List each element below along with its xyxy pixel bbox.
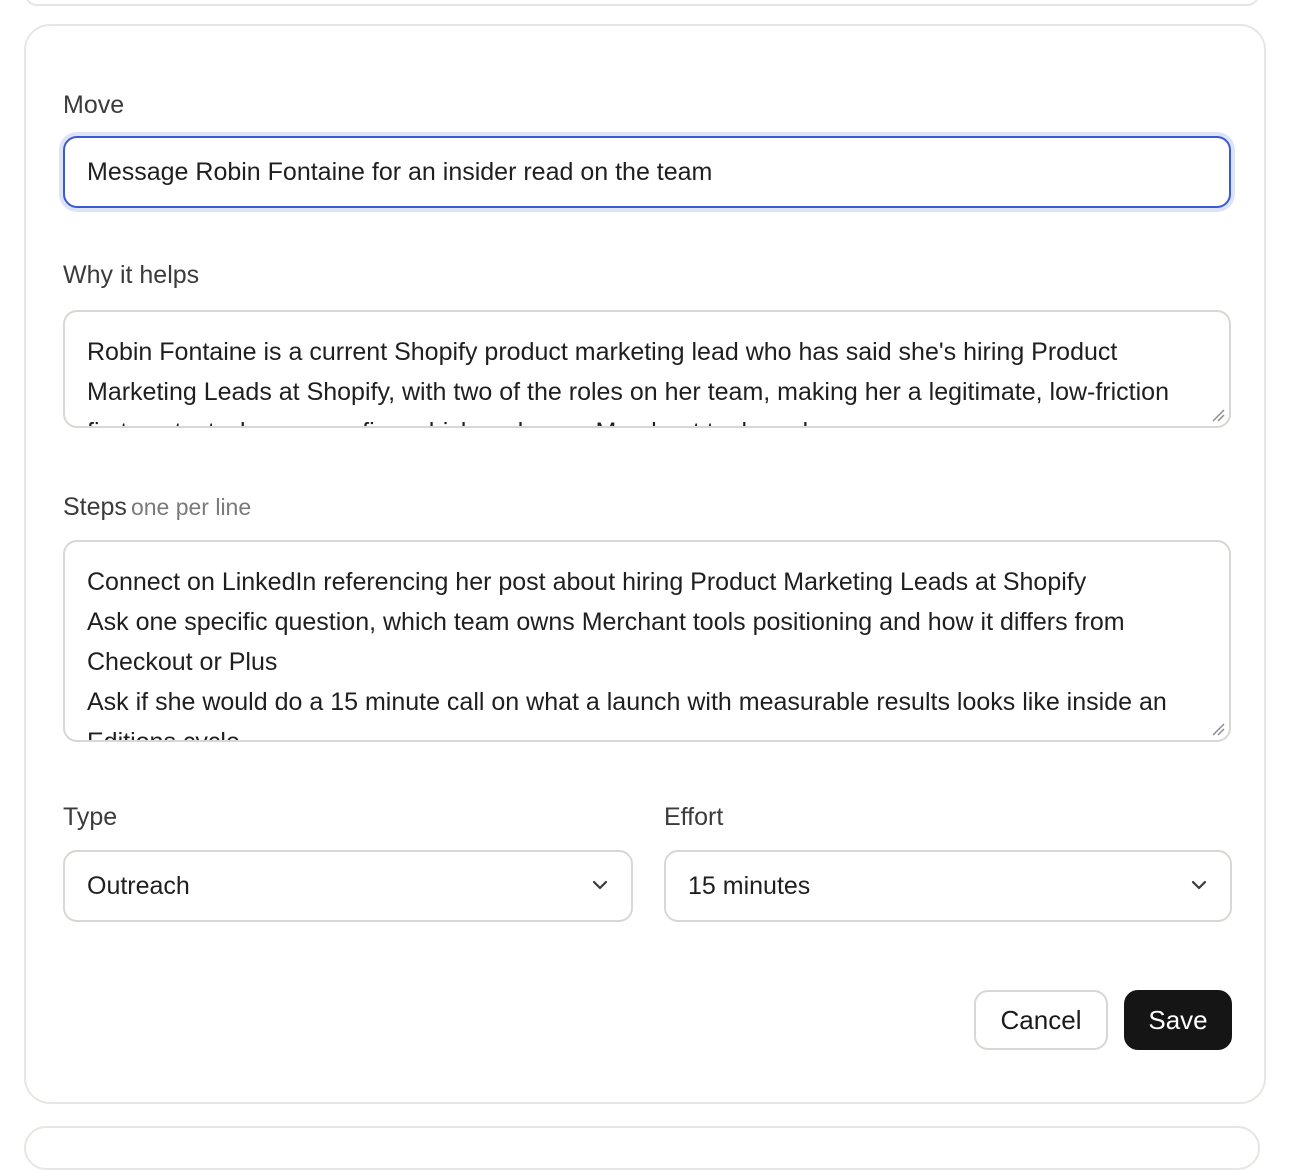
chevron-down-icon (1191, 880, 1207, 890)
type-select-value: Outreach (87, 872, 190, 900)
chevron-down-icon (592, 880, 608, 890)
why-textarea[interactable]: Robin Fontaine is a current Shopify prod… (63, 310, 1231, 428)
move-label: Move (63, 91, 125, 119)
effort-select[interactable]: 15 minutes (664, 850, 1232, 922)
previous-card (24, 0, 1260, 6)
type-select[interactable]: Outreach (63, 850, 633, 922)
next-card (24, 1126, 1260, 1170)
effort-label: Effort (664, 803, 724, 831)
steps-textarea-value: Connect on LinkedIn referencing her post… (87, 568, 1167, 742)
move-input-value: Message Robin Fontaine for an insider re… (87, 158, 713, 186)
why-label: Why it helps (63, 261, 200, 289)
resize-handle-icon[interactable] (1211, 408, 1225, 422)
move-input[interactable]: Message Robin Fontaine for an insider re… (63, 136, 1231, 208)
why-textarea-value: Robin Fontaine is a current Shopify prod… (87, 338, 1169, 426)
type-label: Type (63, 803, 118, 831)
resize-handle-icon[interactable] (1211, 722, 1225, 736)
steps-hint: one per line (130, 494, 252, 520)
steps-label: Steps one per line (63, 492, 251, 522)
steps-label-text: Steps (63, 493, 127, 521)
cancel-button[interactable]: Cancel (974, 990, 1108, 1050)
edit-move-card: Move Message Robin Fontaine for an insid… (24, 24, 1266, 1104)
steps-textarea[interactable]: Connect on LinkedIn referencing her post… (63, 540, 1231, 742)
effort-select-value: 15 minutes (688, 872, 811, 900)
save-button[interactable]: Save (1124, 990, 1232, 1050)
